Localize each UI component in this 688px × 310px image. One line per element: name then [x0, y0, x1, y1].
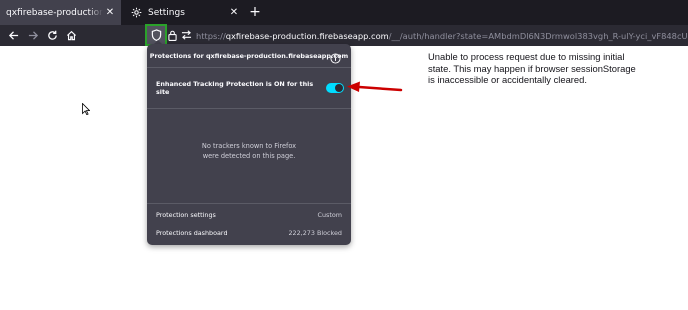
etp-label: Enhanced Tracking Protection is ON for t… [156, 80, 314, 96]
reload-icon [47, 26, 58, 45]
annotation-arrow-icon [345, 80, 403, 96]
tab-title: qxfirebase-production.firebaseapp.com/__… [6, 7, 103, 18]
divider [147, 203, 351, 204]
url-path: /__/auth/handler?state=AMbdmDl6N3Drmwol3… [388, 30, 688, 41]
divider [147, 108, 351, 109]
back-button[interactable] [5, 27, 22, 44]
tab-close-icon[interactable]: ✕ [227, 6, 241, 20]
gear-icon [130, 7, 142, 19]
home-icon [66, 26, 77, 45]
url-bar[interactable]: https://qxfirebase-production.firebaseap… [196, 26, 688, 45]
protections-dashboard-row[interactable]: Protections dashboard 222,273 Blocked [156, 227, 342, 239]
etp-row: Enhanced Tracking Protection is ON for t… [156, 80, 344, 96]
protection-settings-value: Custom [317, 211, 342, 219]
home-button[interactable] [63, 27, 80, 44]
protection-settings-label: Protection settings [156, 211, 216, 219]
forward-button[interactable] [25, 27, 42, 44]
error-message: Unable to process request due to missing… [428, 51, 636, 85]
arrow-left-icon [8, 26, 19, 45]
lock-icon[interactable] [167, 27, 177, 43]
new-tab-button[interactable]: + [247, 4, 263, 20]
no-trackers-line-2: were detected on this page. [202, 152, 296, 160]
url-prefix: https:// [196, 30, 226, 41]
url-host: qxfirebase-production.firebaseapp.com [225, 30, 389, 41]
tab-strip: qxfirebase-production.firebaseapp.com/__… [0, 0, 688, 25]
permissions-icon[interactable] [180, 27, 192, 43]
tab-close-icon[interactable]: ✕ [103, 6, 117, 20]
tab-title: Settings [148, 7, 185, 18]
panel-header: Protections for qxfirebase-production.fi… [149, 52, 349, 60]
no-trackers-message: No trackers known to Firefox were detect… [147, 141, 351, 161]
arrow-right-icon [28, 26, 39, 45]
tab-auth-handler[interactable]: qxfirebase-production.firebaseapp.com/__… [0, 0, 121, 25]
no-trackers-line-1: No trackers known to Firefox [201, 142, 297, 150]
etp-toggle[interactable] [326, 83, 344, 93]
protection-settings-row[interactable]: Protection settings Custom [156, 209, 342, 221]
divider [147, 67, 351, 68]
reload-button[interactable] [44, 27, 61, 44]
info-icon[interactable] [330, 49, 341, 64]
tab-settings[interactable]: Settings ✕ [123, 0, 245, 25]
protections-dashboard-value: 222,273 Blocked [288, 229, 342, 237]
mouse-cursor-icon [82, 100, 91, 116]
protections-panel: Protections for qxfirebase-production.fi… [147, 44, 351, 245]
protections-dashboard-label: Protections dashboard [156, 229, 228, 237]
